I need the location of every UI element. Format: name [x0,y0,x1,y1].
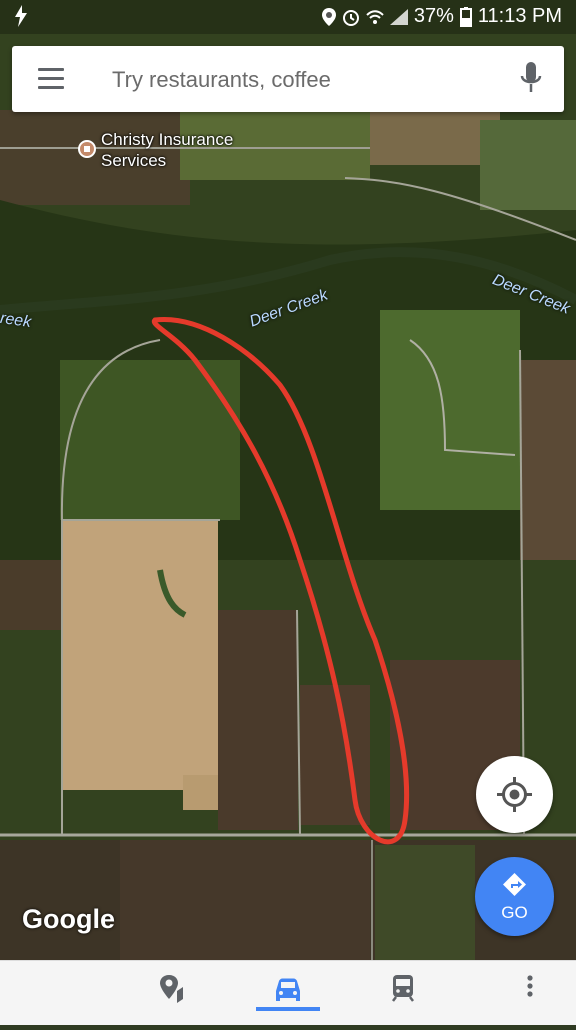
poi-label-line1: Christy Insurance [101,130,234,149]
car-icon [276,978,300,1001]
place-pin-icon [160,975,183,1003]
crosshair-icon [497,777,532,812]
bottom-nav [0,960,576,1025]
go-label: GO [501,903,528,922]
status-bar: 37% 11:13 PM [0,0,576,34]
poi-label[interactable]: Christy Insurance Services [101,129,233,171]
signal-icon [389,8,408,25]
nav-more[interactable] [490,961,570,1025]
poi-marker[interactable] [78,140,96,158]
mic-icon[interactable] [520,62,542,96]
location-icon [321,7,336,26]
search-bar[interactable] [12,46,564,112]
go-button[interactable]: GO [475,857,554,936]
poi-label-line2: Services [101,151,167,170]
my-location-button[interactable] [476,756,553,833]
nav-driving[interactable] [248,961,328,1025]
more-vert-icon [527,975,533,997]
directions-icon [503,873,526,896]
wifi-icon [366,9,384,24]
train-icon [392,975,414,1002]
alarm-icon [342,9,359,26]
google-attribution: Google [22,904,115,934]
nav-explore[interactable] [133,961,213,1025]
status-time: 11:13 PM [477,5,562,27]
search-input[interactable] [110,61,494,99]
charging-icon [14,5,28,33]
menu-icon[interactable] [38,68,64,90]
active-tab-indicator [256,1007,320,1011]
battery-icon [459,6,472,27]
battery-percent: 37% [413,5,454,27]
nav-transit[interactable] [363,961,443,1025]
